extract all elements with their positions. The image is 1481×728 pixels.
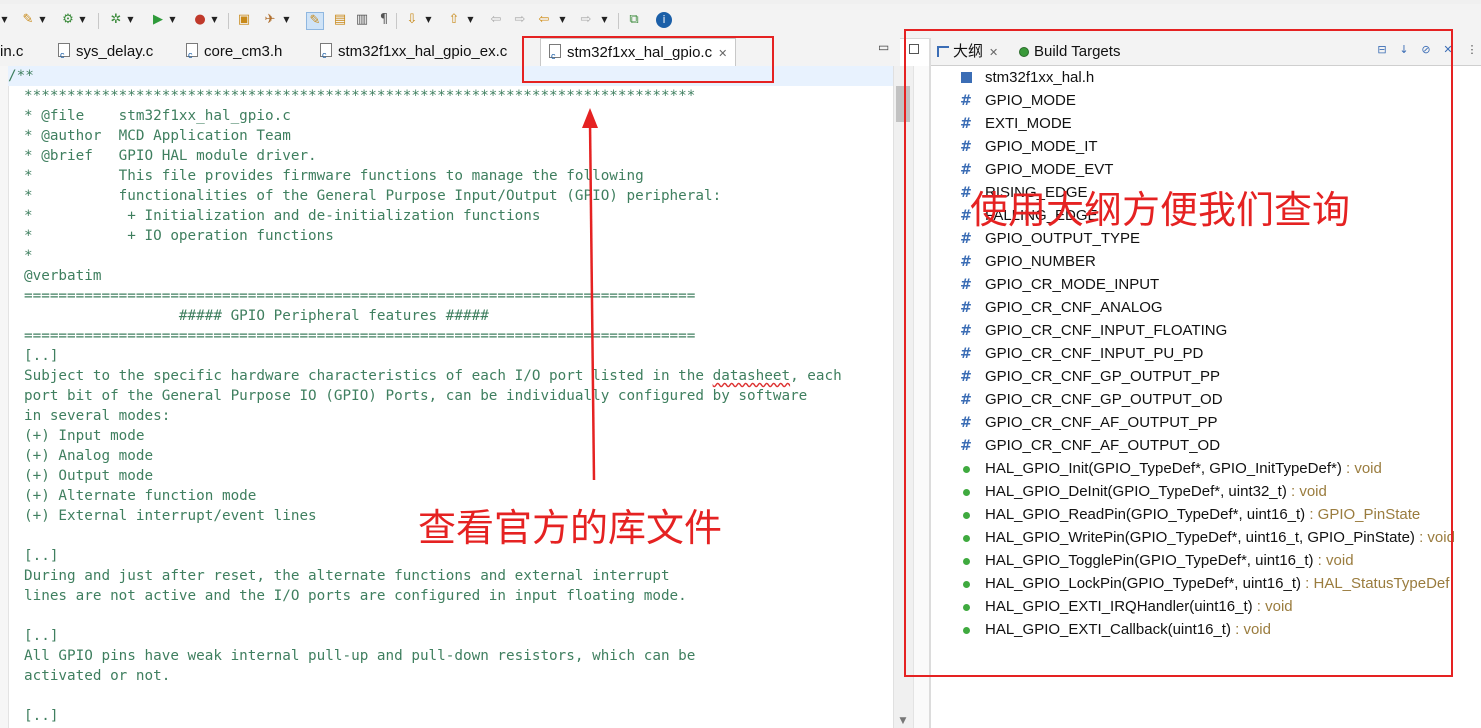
- previous-annotation-icon[interactable]: ⇧: [446, 12, 462, 28]
- forward-icon[interactable]: ⇨: [578, 12, 594, 28]
- outline-annotation-text: 使用大纲方便我们查询: [970, 188, 1351, 232]
- code-line: in several modes:: [24, 408, 171, 424]
- code-line: * @brief GPIO HAL module driver.: [24, 148, 317, 164]
- tab-label: stm32f1xx_hal_gpio_ex.c: [338, 43, 508, 60]
- debug-dropdown-icon[interactable]: ▼: [126, 12, 135, 28]
- editor-minimize-icon[interactable]: ▭: [878, 40, 902, 60]
- code-line: (+) Input mode: [24, 428, 145, 444]
- tab-core-cm3-h[interactable]: core_cm3.h: [186, 38, 283, 69]
- run-dropdown-icon[interactable]: ▼: [168, 12, 177, 28]
- back-dropdown-icon[interactable]: ▼: [558, 12, 567, 28]
- h-file-icon: [186, 41, 198, 69]
- code-line: (+) Analog mode: [24, 448, 154, 464]
- code-line: (+) Output mode: [24, 468, 154, 484]
- outline-panel-highlight-box: [904, 29, 1453, 677]
- build-icon[interactable]: ⚙: [60, 12, 76, 28]
- tab-label: in.c: [0, 43, 24, 60]
- code-line: ##### GPIO Peripheral features #####: [24, 308, 489, 324]
- code-line: During and just after reset, the alterna…: [24, 568, 670, 584]
- info-icon[interactable]: i: [656, 12, 672, 28]
- build-dropdown-icon[interactable]: ▼: [78, 12, 87, 28]
- code-line: *: [24, 248, 33, 264]
- open-folder-icon[interactable]: ▣: [236, 12, 252, 28]
- new-file-icon[interactable]: ✎: [20, 12, 36, 28]
- run-icon[interactable]: ▶: [150, 12, 166, 28]
- code-line: * functionalities of the General Purpose…: [24, 188, 722, 204]
- tab-in-c[interactable]: in.c: [0, 38, 23, 66]
- code-line: @verbatim: [24, 268, 102, 284]
- code-line: * + IO operation functions: [24, 228, 334, 244]
- code-line: [..]: [24, 708, 59, 724]
- external-tools-icon[interactable]: ●: [192, 12, 208, 28]
- external-tools-dropdown-icon[interactable]: ▼: [210, 12, 219, 28]
- library-annotation-text: 查看官方的库文件: [418, 506, 723, 550]
- tab-sys-delay-c[interactable]: sys_delay.c: [58, 38, 154, 69]
- code-line: All GPIO pins have weak internal pull-up…: [24, 648, 696, 664]
- code-line: ****************************************…: [24, 88, 696, 104]
- show-whitespace-icon[interactable]: ¶: [376, 12, 392, 28]
- c-file-icon: [58, 41, 70, 69]
- next-annotation-dropdown-icon[interactable]: ▼: [424, 12, 433, 28]
- forward-dropdown-icon[interactable]: ▼: [600, 12, 609, 28]
- code-line: [..]: [24, 628, 59, 644]
- code-line: port bit of the General Purpose IO (GPIO…: [24, 388, 808, 404]
- open-task-icon[interactable]: ✈: [262, 12, 278, 28]
- tab-stm32f1xx-hal-gpio-ex-c[interactable]: stm32f1xx_hal_gpio_ex.c: [320, 38, 508, 69]
- scroll-down-icon[interactable]: ▼: [897, 716, 909, 728]
- code-text: ****************************************…: [24, 66, 893, 726]
- code-line: ========================================…: [24, 288, 696, 304]
- code-line: Subject to the specific hardware charact…: [24, 368, 842, 384]
- next-annotation-icon[interactable]: ⇩: [404, 12, 420, 28]
- view-menu-icon[interactable]: ⋮: [1465, 43, 1479, 57]
- debug-icon[interactable]: ✲: [108, 12, 124, 28]
- tab-label: core_cm3.h: [204, 43, 283, 60]
- editor-gutter: [0, 66, 9, 728]
- code-line: * + Initialization and de-initialization…: [24, 208, 541, 224]
- code-line: * @file stm32f1xx_hal_gpio.c: [24, 108, 291, 124]
- toolbar-dropdown-icon[interactable]: ▼: [0, 12, 9, 28]
- previous-annotation-dropdown-icon[interactable]: ▼: [466, 12, 475, 28]
- annotation-icon[interactable]: ▤: [332, 12, 348, 28]
- c-file-icon: [320, 41, 332, 69]
- tab-label: sys_delay.c: [76, 43, 154, 60]
- forward-edit-icon[interactable]: ⇨: [512, 12, 528, 28]
- open-task-dropdown-icon[interactable]: ▼: [282, 12, 291, 28]
- back-icon[interactable]: ⇦: [536, 12, 552, 28]
- code-line: * This file provides firmware functions …: [24, 168, 644, 184]
- block-selection-icon[interactable]: ▥: [354, 12, 370, 28]
- new-file-dropdown-icon[interactable]: ▼: [38, 12, 47, 28]
- code-line: [..]: [24, 348, 59, 364]
- code-line: ========================================…: [24, 328, 696, 344]
- code-line: activated or not.: [24, 668, 171, 684]
- code-line: * @author MCD Application Team: [24, 128, 291, 144]
- active-tab-highlight-box: [522, 36, 774, 83]
- highlight-icon[interactable]: ✎: [306, 12, 324, 30]
- annotation-arrow: [582, 108, 598, 481]
- open-perspective-icon[interactable]: ⧉: [626, 12, 642, 28]
- code-line: lines are not active and the I/O ports a…: [24, 588, 687, 604]
- last-edit-location-icon[interactable]: ⇦: [488, 12, 504, 28]
- code-line: (+) Alternate function mode: [24, 488, 257, 504]
- code-editor[interactable]: /** ************************************…: [0, 66, 893, 728]
